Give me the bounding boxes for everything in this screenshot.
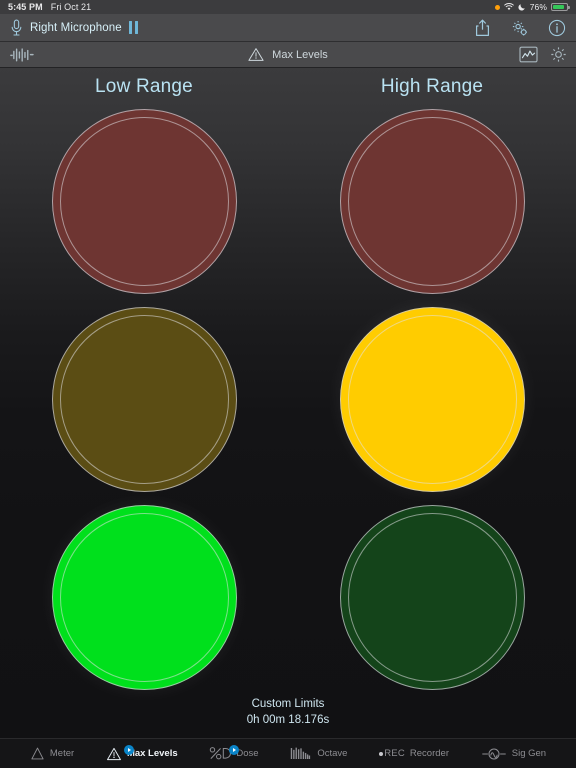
status-time: 5:45 PM [8,2,43,12]
play-badge-icon [123,744,134,755]
tab-meter[interactable]: Meter [30,746,74,761]
sub-toolbar-title: Max Levels [272,48,328,61]
lamp-cell-yellow-high [339,306,525,492]
warning-triangle-icon [248,47,264,62]
warning-triangle-icon [106,746,122,762]
battery-percent: 76% [529,2,547,12]
sine-generator-icon [481,747,507,761]
app-root: 5:45 PM Fri Oct 21 76% Right Microphone … [0,0,576,768]
tab-dose[interactable]: Dose [209,745,259,761]
octave-bars-icon [290,746,312,761]
nav-left-group: Right Microphone [10,19,139,37]
top-nav-bar: Right Microphone [0,14,576,42]
tab-label-sig-gen: Sig Gen [511,748,547,759]
moon-icon [518,3,526,11]
elapsed-time: 0h 00m 18.176s [246,714,330,726]
waveform-icon[interactable] [9,47,35,63]
tab-octave[interactable]: Octave [290,746,347,761]
range-title-low: Low Range [95,76,193,97]
tab-label-max-levels: Max Levels [126,748,178,759]
percent-d-icon [209,746,232,761]
status-bar-right: 76% [494,2,570,12]
lamp-cell-green-high [339,504,525,690]
indicator-lamp-grid [0,98,576,696]
lamp-cell-red-high [339,108,525,294]
lamp-cell-green-low [51,504,237,690]
tab-sig-gen[interactable]: Sig Gen [481,747,546,761]
sub-toolbar-center: Max Levels [0,42,576,67]
range-headers: Low Range High Range [0,76,576,98]
ios-status-bar: 5:45 PM Fri Oct 21 76% [0,0,576,14]
meter-triangle-icon [30,746,45,761]
range-column-low: Low Range [0,76,288,98]
info-icon[interactable] [548,19,566,37]
gear-icon[interactable] [510,19,528,37]
tab-label-dose: Dose [236,748,259,759]
limits-label: Custom Limits [251,698,325,710]
range-column-high: High Range [288,76,576,98]
lamp-green-high-range[interactable] [339,504,525,690]
status-bar-left: 5:45 PM Fri Oct 21 [8,2,91,12]
tab-label-meter: Meter [49,748,75,759]
nav-right-group [475,19,566,37]
tab-label-octave: Octave [317,748,348,759]
tab-max-levels[interactable]: Max Levels [106,744,178,762]
rec-icon: REC [379,748,405,759]
rec-text: REC [384,748,405,759]
gear-icon[interactable] [550,46,567,63]
range-title-high: High Range [380,76,484,97]
footer-info: Custom Limits 0h 00m 18.176s [0,696,576,738]
lamp-cell-red-low [51,108,237,294]
max-levels-stage: Low Range High Range Custom Limits 0h 00… [0,68,576,738]
battery-charging-icon [551,3,570,11]
lamp-red-low-range[interactable] [51,108,237,294]
lamp-green-low-range[interactable] [51,504,237,690]
bottom-tab-bar: Meter Max Levels Dose Octave REC Recorde… [0,738,576,768]
lamp-yellow-low-range[interactable] [51,306,237,492]
orange-dot-icon [494,4,500,10]
lamp-cell-yellow-low [51,306,237,492]
tab-label-recorder: Recorder [409,748,449,759]
page-title: Right Microphone [30,21,122,34]
share-icon[interactable] [475,19,490,37]
sub-toolbar: Max Levels [0,42,576,68]
lamp-yellow-high-range[interactable] [339,306,525,492]
lamp-red-high-range[interactable] [339,108,525,294]
chart-box-icon[interactable] [519,46,538,63]
sub-toolbar-right [519,46,567,63]
tab-recorder[interactable]: REC Recorder [379,748,449,759]
microphone-icon[interactable] [10,19,23,37]
status-date: Fri Oct 21 [50,2,92,12]
pause-icon[interactable] [128,21,139,34]
wifi-icon [503,3,514,11]
